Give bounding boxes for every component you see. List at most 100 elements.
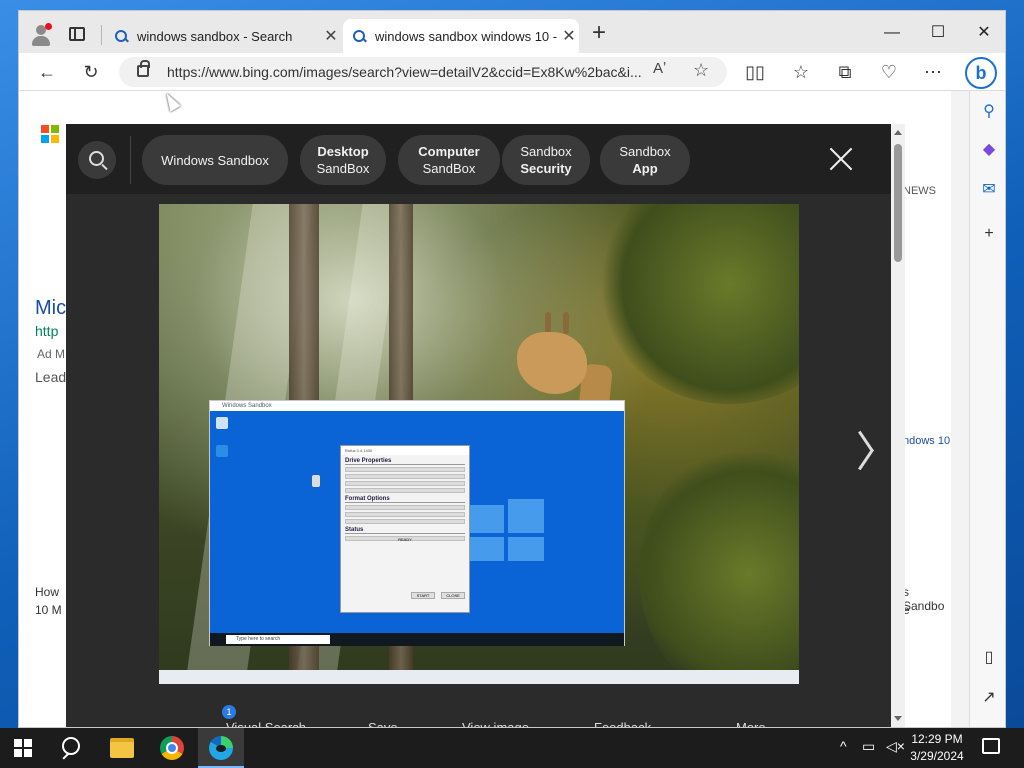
overlay-scrollbar[interactable]	[891, 124, 905, 727]
result-title[interactable]: Mic	[35, 297, 66, 320]
new-tab-button[interactable]: +	[587, 21, 611, 45]
microsoft-logo-icon	[41, 125, 59, 143]
view-image-button[interactable]: View image	[462, 720, 529, 727]
favorite-star-icon[interactable]: ☆	[693, 60, 709, 81]
chip-label-bold: Computer	[418, 144, 480, 159]
address-bar[interactable]: https://www.bing.com/images/search?view=…	[119, 57, 727, 87]
windows-logo-icon	[470, 497, 544, 561]
tab-bar: windows sandbox - Search ✕ windows sandb…	[19, 11, 1005, 53]
dialog-title: Rufus 3.4.1430	[341, 446, 469, 455]
chip-label: SandBox	[316, 161, 370, 176]
bing-copilot-icon[interactable]: b	[965, 57, 997, 89]
news-tab[interactable]: NEWS	[903, 185, 936, 197]
chip-sandbox-app[interactable]: Sandbox App	[600, 135, 690, 185]
dialog-section: Drive Properties	[345, 458, 465, 465]
dialog-close-button: CLOSE	[441, 592, 465, 599]
lock-icon[interactable]	[137, 60, 150, 77]
visual-search-label: Visual Search	[226, 720, 306, 728]
volume-icon[interactable]: ◁×	[886, 738, 905, 755]
refresh-icon[interactable]: ↻	[77, 58, 105, 86]
scroll-thumb[interactable]	[894, 144, 902, 262]
visual-search-button[interactable]: Visual Search	[226, 720, 306, 728]
sandbox-titlebar: Windows Sandbox	[210, 401, 624, 411]
toolbar: ← ↻ https://www.bing.com/images/search?v…	[19, 53, 1005, 91]
result-url[interactable]: http	[35, 323, 58, 339]
outlook-icon[interactable]: ✉	[978, 179, 1000, 201]
rufus-dialog: Rufus 3.4.1430 Drive Properties Format O…	[340, 445, 470, 613]
tab-active[interactable]: windows sandbox windows 10 - ✕	[343, 19, 579, 53]
edge-icon	[209, 736, 233, 760]
add-sidebar-icon[interactable]: +	[978, 223, 1000, 245]
minimize-button[interactable]: —	[869, 19, 915, 47]
search-favicon-icon	[353, 30, 365, 42]
start-windows-icon[interactable]	[14, 739, 32, 757]
save-button[interactable]: Save	[368, 720, 398, 727]
visual-search-badge: 1	[222, 705, 236, 719]
thumb-caption[interactable]: ndows 10	[903, 435, 950, 447]
status-field: READY	[345, 536, 465, 542]
chip-divider	[130, 136, 131, 184]
search-icon[interactable]: ⚲	[978, 101, 1000, 123]
search-icon[interactable]	[78, 141, 116, 179]
chip-desktop-sandbox[interactable]: Desktop SandBox	[300, 135, 386, 185]
scroll-up-arrow-icon[interactable]	[894, 130, 902, 135]
collections-icon[interactable]: ⧉	[831, 58, 859, 86]
browser-essentials-icon[interactable]: ♡	[875, 58, 903, 86]
copilot-icon[interactable]: ◆	[978, 139, 1000, 161]
chip-windows-sandbox[interactable]: Windows Sandbox	[142, 135, 288, 185]
taskbar-edge-button[interactable]	[198, 728, 244, 768]
network-icon[interactable]: ▭	[862, 738, 875, 755]
close-window-button[interactable]: ✕	[961, 19, 1005, 47]
dialog-start-button: START	[411, 592, 435, 599]
sandbox-window: Windows Sandbox Rufus 3.4.1430 Drive Pro…	[209, 400, 625, 646]
giraffe-head	[517, 332, 587, 394]
main-image[interactable]: Windows Sandbox Rufus 3.4.1430 Drive Pro…	[159, 204, 799, 684]
close-overlay-icon[interactable]	[828, 146, 854, 172]
back-arrow-icon[interactable]: ←	[33, 58, 61, 86]
clock-date: 3/29/2024	[910, 749, 964, 763]
next-image-arrow-icon[interactable]	[850, 430, 874, 470]
close-tab-icon[interactable]: ✕	[321, 26, 341, 46]
host-taskbar	[159, 670, 799, 684]
search-favicon-icon	[115, 30, 127, 42]
maximize-button[interactable]: ☐	[915, 19, 961, 47]
profile-icon[interactable]	[29, 23, 53, 47]
windows-taskbar: ^ ▭ ◁× 12:29 PM 3/29/2024	[0, 728, 1024, 768]
chip-label: Windows Sandbox	[161, 152, 269, 168]
clock-time: 12:29 PM	[911, 732, 963, 746]
file-explorer-icon[interactable]	[110, 738, 134, 758]
chip-label: SandBox	[422, 161, 476, 176]
tab-label: windows sandbox windows 10 -	[375, 28, 558, 44]
favorites-icon[interactable]: ☆	[787, 58, 815, 86]
taskbar-search-icon[interactable]	[60, 737, 82, 759]
read-aloud-icon[interactable]: Aʼ	[653, 60, 666, 77]
chip-label-bold: App	[632, 161, 658, 176]
usb-icon	[312, 475, 320, 487]
more-menu-icon[interactable]: ⋯	[919, 58, 947, 86]
thumb-caption[interactable]: s Sandbo	[903, 585, 951, 613]
split-screen-icon[interactable]: ▯▯	[741, 58, 769, 86]
external-link-icon[interactable]: ↗	[978, 687, 1000, 709]
hide-sidebar-icon[interactable]: ▯	[978, 647, 1000, 669]
dialog-section: Format Options	[345, 496, 465, 503]
chip-label: Sandbox	[619, 144, 671, 159]
tab-actions-icon[interactable]	[69, 27, 85, 41]
browser-window: windows sandbox - Search ✕ windows sandb…	[18, 10, 1006, 728]
foliage	[599, 204, 799, 404]
thumb-caption[interactable]: 10 M	[35, 603, 62, 617]
tab-separator	[101, 25, 102, 45]
thumb-caption[interactable]: How	[35, 585, 59, 599]
scroll-down-arrow-icon[interactable]	[894, 716, 902, 721]
edge-desktop-icon	[216, 445, 228, 457]
chrome-icon[interactable]	[160, 736, 184, 760]
tab-search[interactable]: windows sandbox - Search ✕	[105, 19, 341, 53]
more-button[interactable]: More	[736, 720, 766, 727]
notifications-icon[interactable]	[982, 738, 1000, 754]
tray-chevron-icon[interactable]: ^	[840, 738, 847, 754]
chip-computer-sandbox[interactable]: Computer SandBox	[398, 135, 500, 185]
feedback-button[interactable]: Feedback	[594, 720, 651, 727]
close-tab-icon[interactable]: ✕	[559, 26, 579, 46]
clock[interactable]: 12:29 PM 3/29/2024	[906, 731, 968, 765]
url-text[interactable]: https://www.bing.com/images/search?view=…	[167, 64, 645, 80]
chip-sandbox-security[interactable]: Sandbox Security	[502, 135, 590, 185]
